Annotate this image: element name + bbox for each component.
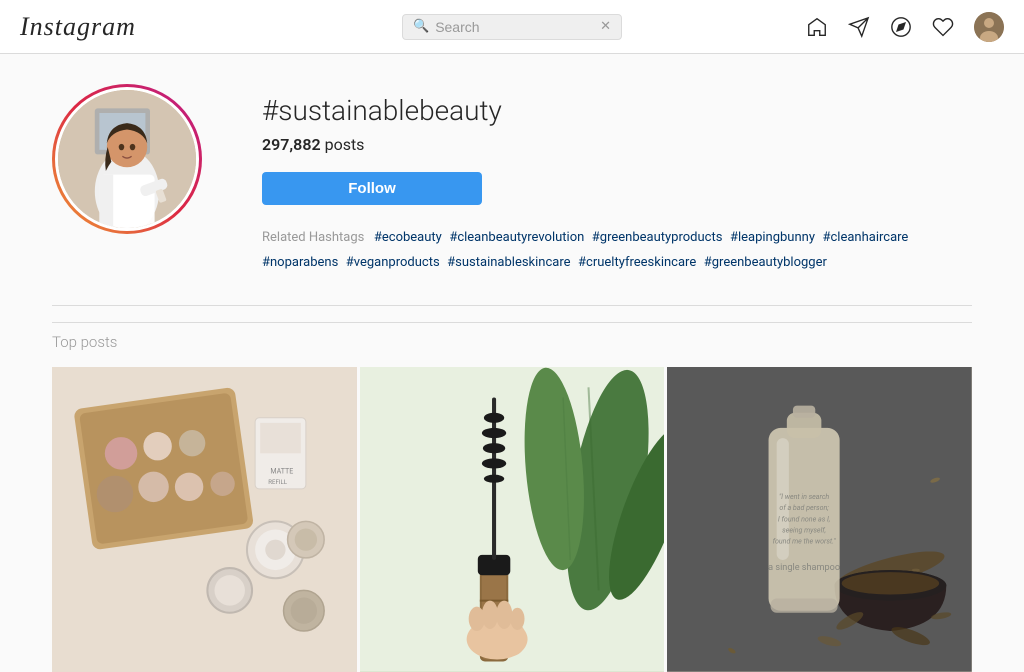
heart-icon[interactable] <box>932 16 954 38</box>
hashtag-link-sustainableskincare[interactable]: #sustainableskincare <box>447 255 570 270</box>
svg-text:REFILL: REFILL <box>268 479 287 486</box>
profile-info: #sustainablebeauty 297,882 posts Follow … <box>262 84 972 275</box>
svg-text:MATTE: MATTE <box>270 467 293 476</box>
hashtag-avatar-wrapper <box>52 84 202 234</box>
svg-text:of a bad person;: of a bad person; <box>780 504 830 513</box>
search-input[interactable] <box>435 19 594 35</box>
header-nav <box>676 12 1004 42</box>
section-divider <box>52 305 972 306</box>
svg-text:found me the worst.": found me the worst." <box>773 537 837 546</box>
svg-text:"I went in search: "I went in search <box>779 492 829 501</box>
related-label: Related Hashtags <box>262 230 364 245</box>
svg-text:a single shampoo: a single shampoo <box>768 563 840 573</box>
compass-icon[interactable] <box>890 16 912 38</box>
svg-text:I found none as I,: I found none as I, <box>778 515 830 524</box>
hashtag-link-greenbeautyblogger[interactable]: #greenbeautyblogger <box>704 255 827 270</box>
posts-count: 297,882 posts <box>262 135 972 154</box>
search-box: 🔍 ✕ <box>402 14 622 40</box>
hashtag-link-leapingbunny[interactable]: #leapingbunny <box>730 230 815 245</box>
profile-section: #sustainablebeauty 297,882 posts Follow … <box>52 84 972 275</box>
svg-text:seeing myself,: seeing myself, <box>783 526 827 535</box>
posts-grid: MATTE REFILL <box>52 367 972 672</box>
search-clear-icon[interactable]: ✕ <box>600 19 611 34</box>
hashtag-link-crueltyfreeskincare[interactable]: #crueltyfreeskincare <box>578 255 696 270</box>
post-item-3[interactable]: "I went in search of a bad person; I fou… <box>667 367 972 672</box>
hashtag-link-cleanbeautyrevolution[interactable]: #cleanbeautyrevolution <box>449 230 584 245</box>
search-container: 🔍 ✕ <box>348 14 676 40</box>
home-icon[interactable] <box>806 16 828 38</box>
search-icon: 🔍 <box>413 19 429 34</box>
instagram-logo[interactable]: Instagram <box>20 11 348 43</box>
user-avatar[interactable] <box>974 12 1004 42</box>
hashtag-title: #sustainablebeauty <box>262 94 972 127</box>
send-icon[interactable] <box>848 16 870 38</box>
hashtag-avatar <box>55 87 199 231</box>
hashtag-link-greenbeautyproducts[interactable]: #greenbeautyproducts <box>592 230 723 245</box>
follow-button[interactable]: Follow <box>262 172 482 205</box>
header: Instagram 🔍 ✕ <box>0 0 1024 54</box>
top-posts-title: Top posts <box>52 322 972 351</box>
hashtag-link-cleanhaircare[interactable]: #cleanhaircare <box>822 230 908 245</box>
related-hashtags: Related Hashtags #ecobeauty #cleanbeauty… <box>262 225 972 275</box>
main-content: #sustainablebeauty 297,882 posts Follow … <box>32 54 992 672</box>
post-item-2[interactable] <box>360 367 665 672</box>
hashtag-link-ecobeauty[interactable]: #ecobeauty <box>374 230 442 245</box>
hashtag-link-noparabens[interactable]: #noparabens <box>262 255 338 270</box>
hashtag-link-veganproducts[interactable]: #veganproducts <box>346 255 440 270</box>
post-item-1[interactable]: MATTE REFILL <box>52 367 357 672</box>
